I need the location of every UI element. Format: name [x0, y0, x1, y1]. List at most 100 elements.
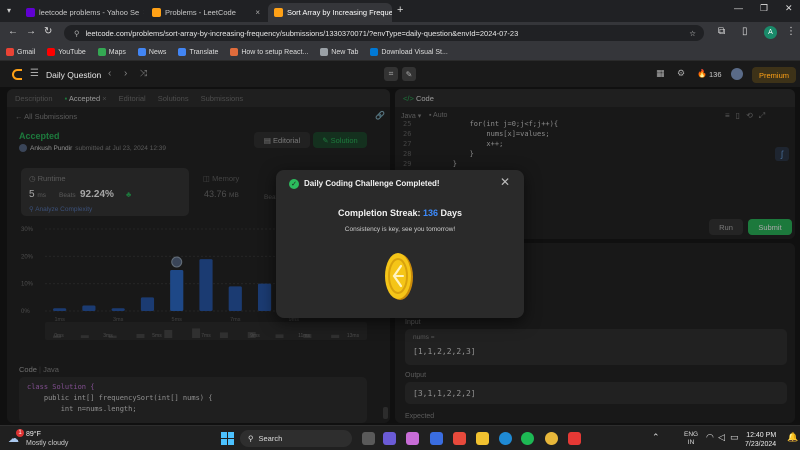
reload-icon[interactable]: ↻	[44, 27, 52, 37]
bookmark-gmail[interactable]: Gmail	[6, 48, 35, 56]
site-info-icon[interactable]: ⚲	[74, 29, 80, 38]
search-icon: ⚲	[248, 434, 254, 443]
bookmark-label: Translate	[189, 48, 219, 56]
profile-avatar[interactable]: A	[764, 26, 777, 39]
spotify-icon[interactable]	[521, 432, 534, 445]
clock[interactable]: 12:40 PM 7/23/2024	[745, 431, 776, 449]
page-title[interactable]: Daily Question	[46, 70, 101, 80]
check-circle-icon: ✓	[289, 179, 299, 189]
modal-title: Daily Coding Challenge Completed!	[304, 179, 440, 188]
bookmark-maps[interactable]: Maps	[97, 48, 126, 56]
globe-icon	[320, 48, 329, 56]
tab-sort-array[interactable]: Sort Array by Increasing Freque ×	[268, 3, 392, 22]
url-field[interactable]: ⚲ leetcode.com/problems/sort-array-by-in…	[64, 25, 704, 41]
leetcode-header: ☰ Daily Question ‹ › ⤨ ⌗ ✎ ▦ ⚙ 🔥 136	[0, 62, 800, 87]
volume-icon[interactable]: ◁	[718, 432, 725, 443]
start-tile	[221, 439, 227, 445]
streak-label: Completion Streak:	[337, 208, 421, 218]
tab-label: Problems - LeetCode	[165, 8, 236, 17]
debug-icon[interactable]: ⌗	[384, 67, 398, 81]
start-tile	[228, 439, 234, 445]
bookmark-new-tab[interactable]: New Tab	[320, 48, 358, 56]
tab-problems[interactable]: Problems - LeetCode ×	[146, 3, 266, 22]
problem-list-icon[interactable]: ☰	[30, 68, 39, 79]
bookmark-vscode[interactable]: Download Visual St...	[370, 48, 448, 56]
tab-label: Sort Array by Increasing Freque	[287, 8, 392, 17]
copilot-icon[interactable]	[406, 432, 419, 445]
tab-yahoo[interactable]: leetcode problems - Yahoo Se ×	[20, 3, 144, 22]
bookmark-translate[interactable]: Translate	[178, 48, 218, 56]
completion-streak: Completion Streak: 136 Days	[276, 208, 524, 218]
streak-count[interactable]: 136	[709, 70, 722, 79]
weather-temp[interactable]: 89°F	[26, 431, 41, 438]
weather-desc[interactable]: Mostly cloudy	[26, 440, 68, 447]
close-window-icon[interactable]: ✕	[785, 3, 793, 14]
bookmark-label: Download Visual St...	[381, 48, 448, 56]
bookmark-news[interactable]: News	[137, 48, 167, 56]
chrome-icon[interactable]	[545, 432, 558, 445]
notes-icon[interactable]: ✎	[402, 67, 416, 81]
address-bar-row: ← → ↻ ⚲ leetcode.com/problems/sort-array…	[0, 22, 800, 44]
bookmark-react[interactable]: How to setup React...	[230, 48, 308, 56]
maps-icon	[97, 48, 106, 56]
maximize-icon[interactable]: ❐	[760, 3, 768, 14]
bookmark-label: Maps	[108, 48, 126, 56]
edge-icon[interactable]	[499, 432, 512, 445]
bookmark-label: New Tab	[331, 48, 359, 56]
avatar[interactable]	[731, 68, 743, 80]
vscode-icon	[370, 48, 379, 56]
gmail-icon	[6, 48, 14, 56]
bookmark-youtube[interactable]: YouTube	[47, 48, 86, 56]
leetcode-icon	[152, 8, 161, 17]
bookmark-label: How to setup React...	[241, 48, 309, 56]
sidebar-icon[interactable]: ▯	[742, 27, 748, 37]
search-label: Search	[258, 434, 283, 443]
shuffle-icon[interactable]: ⤨	[140, 68, 147, 79]
notification-badge: 1	[16, 429, 24, 437]
streak-fire-icon[interactable]: 🔥	[697, 69, 707, 78]
daily-challenge-modal: ✓ Daily Coding Challenge Completed! ✕ Co…	[276, 170, 524, 318]
close-icon[interactable]: ×	[255, 8, 260, 17]
back-icon[interactable]: ←	[8, 27, 18, 37]
youtube-app-icon[interactable]	[568, 432, 581, 445]
clock-date: 7/23/2024	[745, 441, 777, 448]
wifi-icon[interactable]: ◠	[706, 432, 714, 443]
battery-icon[interactable]: ▭	[730, 432, 739, 443]
leetcode-logo[interactable]	[12, 69, 22, 80]
notifications-bell-icon[interactable]: 🔔	[787, 432, 798, 443]
teams-icon[interactable]	[383, 432, 396, 445]
lang-bottom: IN	[687, 439, 695, 446]
task-view-icon[interactable]	[362, 432, 375, 445]
extensions-icon[interactable]: ⧉	[718, 27, 725, 37]
minimize-icon[interactable]: —	[734, 3, 743, 13]
react-icon	[230, 48, 239, 56]
youtube-icon	[47, 48, 56, 56]
modal-close-icon[interactable]: ✕	[500, 175, 510, 189]
news-icon	[137, 48, 146, 56]
language-indicator[interactable]: ENG IN	[684, 431, 698, 447]
layout-icon[interactable]: ▦	[656, 68, 665, 79]
translate-icon	[178, 48, 187, 56]
tab-search-icon[interactable]: ▾	[7, 6, 11, 15]
new-tab-button[interactable]: +	[397, 4, 403, 16]
next-problem-icon[interactable]: ›	[124, 68, 127, 79]
taskbar-search[interactable]: ⚲ Search	[240, 430, 352, 447]
tray-chevron-icon[interactable]: ⌃	[652, 432, 660, 443]
gold-coin-icon	[385, 253, 413, 300]
menu-icon[interactable]: ⋮	[786, 27, 796, 37]
browser-tab-bar: ▾ leetcode problems - Yahoo Se × Problem…	[0, 0, 800, 22]
forward-icon[interactable]: →	[26, 27, 36, 37]
prev-problem-icon[interactable]: ‹	[108, 68, 111, 79]
office-icon[interactable]	[453, 432, 466, 445]
bookmark-star-icon[interactable]: ☆	[689, 29, 696, 38]
modal-subtitle: Consistency is key, see you tomorrow!	[344, 226, 456, 233]
url-text: leetcode.com/problems/sort-array-by-incr…	[85, 28, 519, 38]
writer-app-icon[interactable]	[430, 432, 443, 445]
streak-value: 136	[422, 208, 439, 218]
bookmark-label: News	[148, 48, 167, 56]
file-explorer-icon[interactable]	[476, 432, 489, 445]
settings-gear-icon[interactable]: ⚙	[677, 68, 685, 79]
windows-start-icon[interactable]	[221, 432, 234, 445]
close-icon[interactable]: ×	[143, 8, 144, 17]
premium-button[interactable]: Premium	[752, 67, 796, 83]
